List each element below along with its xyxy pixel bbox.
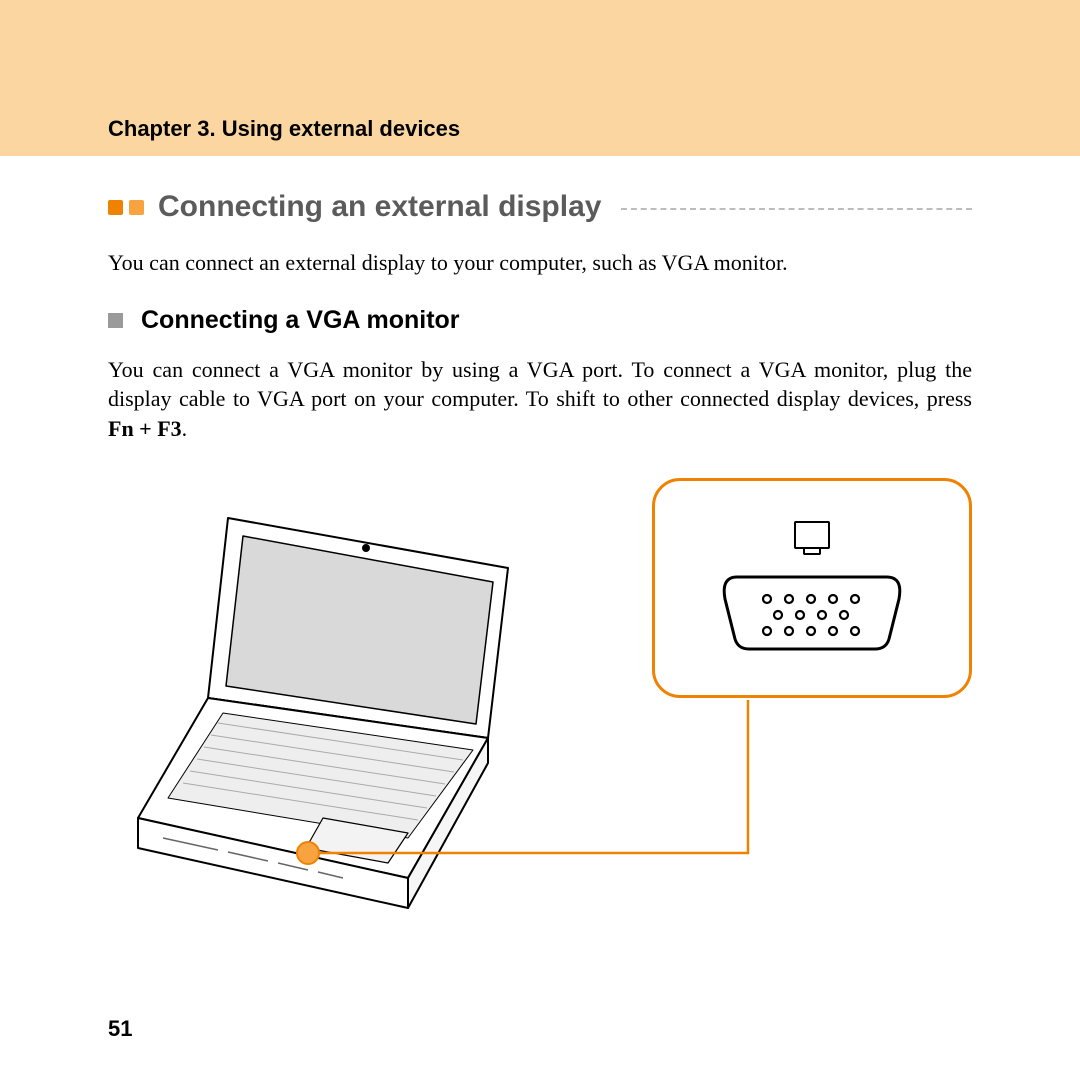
vga-port-icon bbox=[717, 569, 907, 655]
section-heading: Connecting an external display bbox=[158, 190, 601, 224]
section-heading-row: Connecting an external display bbox=[108, 190, 972, 224]
heading-rule bbox=[621, 208, 972, 210]
shortcut-key: Fn + F3 bbox=[108, 416, 182, 441]
grey-square-icon bbox=[108, 313, 123, 328]
manual-page: Chapter 3. Using external devices Connec… bbox=[0, 0, 1080, 1080]
body-text-tail: . bbox=[182, 416, 188, 441]
figure bbox=[108, 478, 972, 968]
body-paragraph: You can connect a VGA monitor by using a… bbox=[108, 355, 972, 444]
callout-box bbox=[652, 478, 972, 698]
monitor-icon bbox=[794, 521, 830, 549]
page-content: Connecting an external display You can c… bbox=[0, 156, 1080, 968]
orange-square-icon bbox=[108, 200, 123, 215]
header-band: Chapter 3. Using external devices bbox=[0, 0, 1080, 156]
subsection-heading-row: Connecting a VGA monitor bbox=[108, 306, 972, 335]
laptop-illustration bbox=[108, 508, 588, 938]
body-text: You can connect a VGA monitor by using a… bbox=[108, 357, 972, 412]
page-number: 51 bbox=[108, 1016, 132, 1042]
chapter-title: Chapter 3. Using external devices bbox=[108, 116, 460, 142]
intro-paragraph: You can connect an external display to y… bbox=[108, 248, 972, 278]
callout-inner bbox=[655, 481, 969, 695]
subsection-heading: Connecting a VGA monitor bbox=[141, 306, 460, 335]
orange-square-icon bbox=[129, 200, 144, 215]
